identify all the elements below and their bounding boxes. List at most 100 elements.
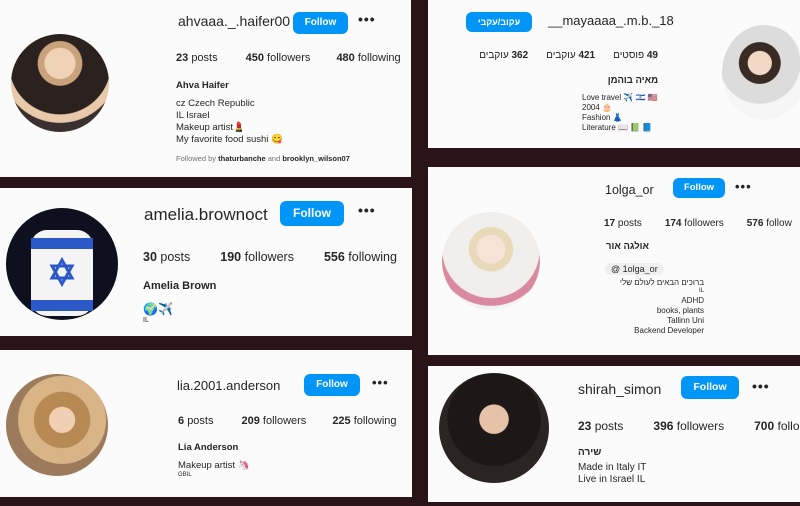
followers-count[interactable]: 190 [220, 250, 241, 264]
following-count[interactable]: 576 [747, 218, 764, 229]
username: amelia.brownoct [144, 205, 268, 224]
bio-line: ברוכים הבאים לעולם שלי [619, 278, 704, 287]
bio-line: IL [143, 316, 149, 324]
bio-line: GBIL [178, 471, 192, 478]
followers-count[interactable]: 396 [653, 419, 673, 433]
bio-line: Literature 📖 📗 📘 [582, 123, 653, 132]
follow-button[interactable]: Follow [293, 12, 348, 34]
more-options-icon[interactable]: ••• [372, 375, 389, 390]
more-options-icon[interactable]: ••• [358, 11, 376, 27]
followers-label[interactable]: followers [267, 52, 310, 64]
profile-stats: 49 פוסטים 421 עוקבים 362 עוקבים [479, 50, 658, 61]
profile-avatar[interactable] [11, 34, 109, 132]
profile-bio: Love travel ✈️ 🇮🇱 🇺🇸 2004 🎂 Fashion 👗 Li… [582, 93, 658, 133]
display-name: Ahva Haifer [176, 80, 229, 91]
posts-count: 49 [646, 50, 658, 61]
follow-button[interactable]: עקוב/עקבי [466, 12, 532, 32]
username: lia.2001.anderson [177, 378, 281, 393]
followers-count[interactable]: 450 [246, 52, 264, 64]
bio-line: Makeup artist💄 [176, 121, 245, 133]
profile-bio: Amelia Brown 🌍✈️ IL [143, 280, 216, 326]
profile-card-amelia: amelia.brownoct Follow ••• 30 posts 190 … [0, 188, 412, 336]
threads-badge[interactable]: @ 1olga_or [605, 259, 664, 277]
username: __mayaaaa_.m.b._18 [548, 13, 674, 28]
profile-stats: 6 posts 209 followers 225 following [178, 415, 397, 427]
threads-handle: 1olga_or [622, 264, 658, 274]
following-label[interactable]: following [358, 52, 401, 64]
profile-card-shirah: shirah_simon Follow ••• 23 posts 396 fol… [428, 366, 800, 502]
bio-line: Fashion 👗 [582, 113, 623, 122]
bio-line: Tallinn Uni [667, 315, 704, 325]
bio-line: Makeup artist 🦄 [178, 459, 250, 471]
following-count[interactable]: 556 [324, 250, 345, 264]
profile-bio: Lia Anderson Makeup artist 🦄 GBIL [178, 442, 250, 479]
profile-avatar[interactable] [722, 25, 800, 120]
bio-line: books, plants [656, 305, 704, 315]
following-label[interactable]: following [354, 415, 397, 427]
posts-label: פוסטים [613, 50, 645, 61]
bio-line: Love travel ✈️ 🇮🇱 🇺🇸 [582, 93, 658, 102]
following-label[interactable]: עוקבים [479, 50, 508, 61]
posts-count: 17 [604, 218, 616, 229]
more-options-icon[interactable]: ••• [735, 179, 752, 194]
display-name: Lia Anderson [178, 442, 239, 453]
follow-button[interactable]: Follow [673, 178, 725, 198]
followers-count[interactable]: 209 [241, 415, 259, 427]
profile-bio: ברוכים הבאים לעולם שלי IL ADHD books, pl… [620, 278, 704, 336]
profile-stats: 23 posts 396 followers 700 follo [578, 419, 800, 433]
following-label[interactable]: follo [778, 419, 800, 433]
profile-card-maya: עקוב/עקבי __mayaaaa_.m.b._18 49 פוסטים 4… [428, 0, 800, 148]
following-label[interactable]: follow [766, 218, 792, 229]
followed-by: Followed by thaturbanche and brooklyn_wi… [176, 154, 350, 163]
bio-line: ADHD [681, 295, 704, 305]
username: 1olga_or [605, 183, 654, 197]
followers-label[interactable]: עוקבים [546, 50, 575, 61]
posts-count: 23 [578, 419, 592, 433]
display-name: Amelia Brown [143, 280, 217, 292]
followers-label[interactable]: followers [245, 250, 294, 264]
profile-bio: שירה Made in Italy IT Live in Israel IL [578, 447, 646, 487]
bio-line: cz Czech Republic [176, 97, 255, 109]
following-count[interactable]: 700 [754, 419, 774, 433]
follow-button[interactable]: Follow [304, 374, 360, 396]
posts-label: posts [594, 419, 624, 433]
follow-button[interactable]: Follow [280, 201, 344, 226]
followers-count[interactable]: 174 [665, 218, 682, 229]
follower-link[interactable]: brooklyn_wilson07 [282, 154, 350, 163]
followers-label[interactable]: followers [263, 415, 306, 427]
posts-label: posts [160, 250, 191, 264]
display-name: שירה [578, 447, 602, 458]
follow-button[interactable]: Follow [681, 376, 739, 399]
profile-stats: 30 posts 190 followers 556 following [143, 250, 397, 264]
followers-label[interactable]: followers [684, 218, 723, 229]
posts-label: posts [191, 52, 218, 64]
bio-line: IL [698, 288, 704, 294]
followers-count[interactable]: 421 [578, 50, 595, 61]
threads-icon: @ [611, 264, 621, 274]
username: shirah_simon [578, 381, 662, 397]
display-name: אולגה אור [606, 241, 650, 252]
follower-link[interactable]: thaturbanche [218, 154, 266, 163]
bio-line: 2004 🎂 [582, 103, 612, 112]
profile-avatar[interactable] [439, 373, 549, 483]
profile-avatar[interactable] [6, 374, 108, 476]
profile-avatar[interactable] [6, 208, 118, 320]
profile-stats: 17 posts 174 followers 576 follow [604, 218, 792, 229]
bio-line: Made in Italy IT [578, 461, 647, 473]
profile-card-ahva: ahvaaa._.haifer00 Follow ••• 23 posts 45… [0, 0, 411, 177]
bio-line: IL Israel [176, 109, 210, 121]
posts-count: 23 [176, 52, 189, 64]
username: ahvaaa._.haifer00 [178, 13, 291, 29]
posts-label: posts [187, 415, 214, 427]
following-count[interactable]: 480 [336, 52, 354, 64]
following-count[interactable]: 225 [332, 415, 350, 427]
followers-label[interactable]: followers [677, 419, 724, 433]
following-count[interactable]: 362 [511, 50, 528, 61]
profile-avatar[interactable] [442, 212, 540, 310]
more-options-icon[interactable]: ••• [752, 378, 770, 394]
posts-label: posts [617, 218, 642, 229]
following-label[interactable]: following [348, 250, 397, 264]
posts-count: 6 [178, 415, 185, 427]
posts-count: 30 [143, 250, 157, 264]
more-options-icon[interactable]: ••• [358, 202, 376, 218]
